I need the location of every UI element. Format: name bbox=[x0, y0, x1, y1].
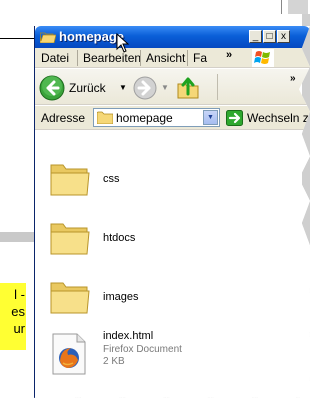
window-title: homepage bbox=[59, 29, 125, 44]
menu-edit[interactable]: Bearbeiten bbox=[83, 51, 141, 65]
menu-separator bbox=[140, 50, 141, 66]
windows-logo-icon bbox=[252, 49, 274, 67]
title-bar[interactable]: homepage _ □ x bbox=[35, 26, 310, 48]
folder-up-icon[interactable] bbox=[175, 74, 201, 100]
background-band bbox=[0, 232, 36, 242]
folder-name: htdocs bbox=[103, 232, 136, 244]
note-line: es bbox=[11, 304, 25, 319]
folder-icon bbox=[50, 223, 90, 255]
mouse-cursor-icon bbox=[116, 33, 130, 53]
go-button-label[interactable]: Wechseln zu bbox=[247, 111, 310, 125]
menu-separator bbox=[77, 50, 78, 66]
folder-icon bbox=[97, 111, 113, 124]
back-arrow-icon[interactable] bbox=[39, 75, 65, 101]
address-input[interactable]: homepage ▼ bbox=[93, 108, 220, 127]
file-type: Firefox Document bbox=[103, 344, 182, 355]
toolbar-separator bbox=[217, 74, 218, 100]
address-value[interactable]: homepage bbox=[116, 111, 173, 125]
maximize-button[interactable]: □ bbox=[263, 30, 276, 43]
minimize-button[interactable]: _ bbox=[249, 30, 262, 43]
note-line: ur bbox=[13, 321, 25, 336]
background-divider bbox=[281, 0, 282, 14]
menu-file[interactable]: Datei bbox=[41, 51, 69, 65]
menu-separator bbox=[187, 50, 188, 66]
toolbar-overflow-chevron[interactable]: » bbox=[290, 73, 296, 84]
forward-dropdown-icon[interactable]: ▼ bbox=[161, 83, 169, 92]
file-name: index.html bbox=[103, 330, 154, 342]
list-item-folder[interactable]: css bbox=[49, 159, 269, 207]
folder-open-icon bbox=[40, 32, 56, 43]
menu-bar: Datei Bearbeiten Ansicht Fa » bbox=[35, 48, 310, 68]
back-dropdown-icon[interactable]: ▼ bbox=[119, 83, 127, 92]
folder-name: css bbox=[103, 173, 120, 185]
list-item-file[interactable]: index.html Firefox Document 2 KB bbox=[49, 330, 269, 378]
address-bar: Adresse homepage ▼ Wechseln zu bbox=[35, 106, 310, 130]
file-list: css htdocs images index.html Firefox Doc… bbox=[35, 131, 310, 398]
standard-toolbar: Zurück ▼ ▼ » bbox=[35, 69, 310, 105]
background-scrollbar-fragment bbox=[288, 0, 308, 14]
menu-view[interactable]: Ansicht bbox=[146, 51, 185, 65]
close-button[interactable]: x bbox=[277, 30, 290, 43]
menu-overflow-chevron[interactable]: » bbox=[226, 49, 232, 61]
list-item-folder[interactable]: images bbox=[49, 277, 269, 325]
firefox-document-icon bbox=[52, 333, 86, 375]
file-size: 2 KB bbox=[103, 356, 125, 367]
folder-icon bbox=[50, 282, 90, 314]
back-label[interactable]: Zurück bbox=[69, 81, 106, 95]
list-item-folder[interactable]: htdocs bbox=[49, 218, 269, 266]
background-rule bbox=[0, 38, 36, 39]
background-highlight-note: l - es ur bbox=[0, 283, 26, 350]
note-line: l - bbox=[14, 287, 25, 302]
forward-arrow-icon[interactable] bbox=[133, 76, 157, 100]
go-arrow-icon[interactable] bbox=[226, 110, 243, 126]
address-label: Adresse bbox=[41, 111, 86, 125]
explorer-window: homepage _ □ x Datei Bearbeiten Ansicht … bbox=[34, 26, 310, 398]
folder-icon bbox=[50, 164, 90, 196]
folder-name: images bbox=[103, 291, 139, 303]
address-dropdown-icon[interactable]: ▼ bbox=[203, 110, 218, 125]
menu-favorites[interactable]: Fa bbox=[193, 51, 207, 65]
